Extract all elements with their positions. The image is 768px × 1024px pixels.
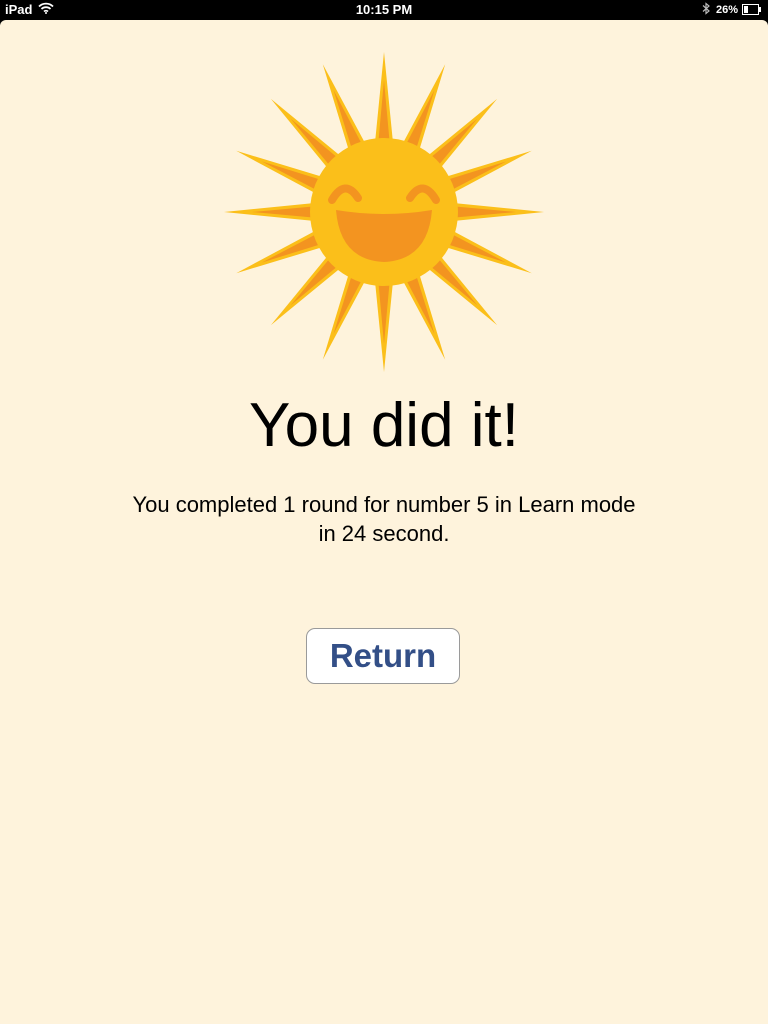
- message-line-1: You completed 1 round for number 5 in Le…: [132, 492, 636, 517]
- status-time: 10:15 PM: [355, 2, 413, 17]
- status-right: 26%: [702, 2, 762, 18]
- message-line-2: in 24 second.: [318, 521, 450, 546]
- result-screen: You did it! You completed 1 round for nu…: [0, 20, 768, 1024]
- return-button[interactable]: Return: [306, 628, 460, 684]
- smiling-sun-icon: [224, 52, 544, 372]
- bluetooth-icon: [702, 2, 710, 18]
- headline: You did it!: [248, 391, 520, 460]
- status-bar: iPad 10:15 PM 26%: [0, 0, 768, 20]
- battery-percent: 26%: [715, 3, 738, 16]
- completion-message: You completed 1 round for number 5 in Le…: [84, 490, 684, 548]
- battery-icon: [742, 3, 762, 18]
